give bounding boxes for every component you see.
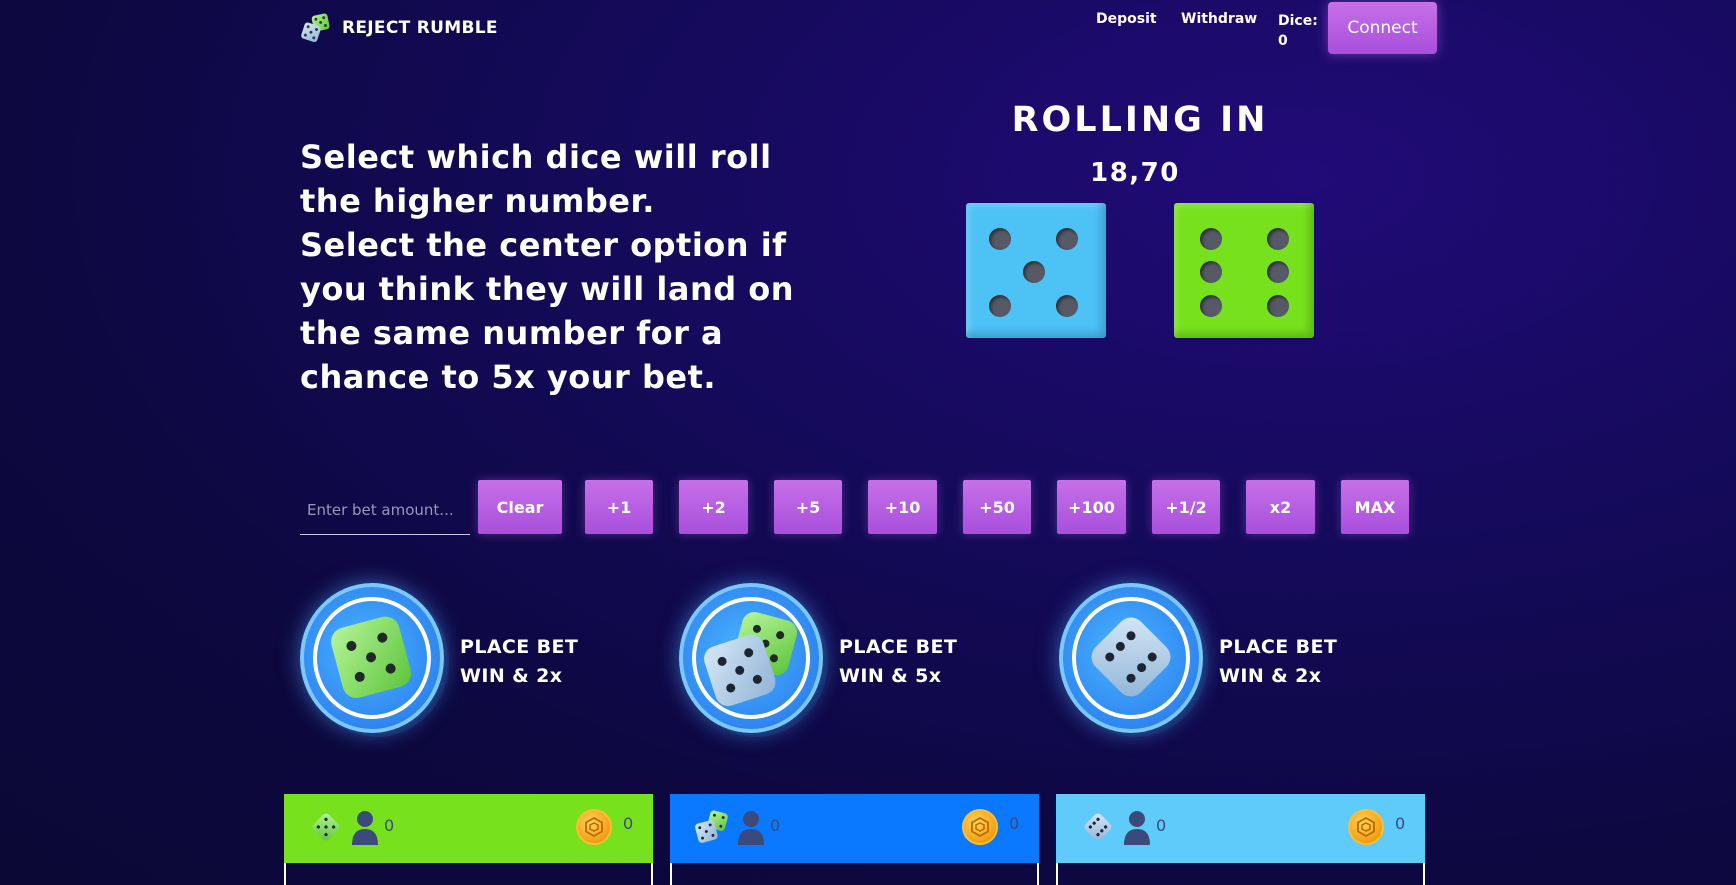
place-bet-label: PLACE BET bbox=[1219, 636, 1338, 658]
instructions: Select which dice will roll the higher n… bbox=[300, 135, 840, 399]
bets-panel-green: 0 0 bbox=[284, 794, 653, 885]
add-1-button[interactable]: +1 bbox=[585, 480, 653, 534]
add-2-button[interactable]: +2 bbox=[679, 480, 748, 534]
bet-option-circle[interactable] bbox=[679, 583, 823, 733]
die-pip bbox=[989, 228, 1011, 250]
deposit-link[interactable]: Deposit bbox=[1096, 11, 1157, 27]
instructions-line-1: Select which dice will roll the higher n… bbox=[300, 138, 772, 220]
rolling-title: ROLLING IN bbox=[1011, 100, 1269, 140]
place-bet-label: PLACE BET bbox=[839, 636, 958, 658]
add-50-button[interactable]: +50 bbox=[963, 480, 1031, 534]
bet-total: 0 bbox=[1009, 814, 1020, 833]
green-die bbox=[1174, 203, 1314, 338]
payout-label: WIN & 2x bbox=[460, 665, 563, 687]
brand-name: REJECT RUMBLE bbox=[342, 18, 498, 38]
add-10-button[interactable]: +10 bbox=[868, 480, 937, 534]
green-dice-icon bbox=[331, 616, 412, 698]
bet-option-text[interactable]: PLACE BET WIN & 2x bbox=[460, 633, 578, 691]
die-pip bbox=[989, 295, 1011, 317]
bets-panel-tie: 0 0 bbox=[670, 794, 1039, 885]
blue-dice-icon bbox=[1084, 813, 1112, 841]
bet-option-text[interactable]: PLACE BET WIN & 2x bbox=[1219, 633, 1337, 691]
bet-amount-input[interactable] bbox=[300, 485, 470, 535]
bet-option-circle[interactable] bbox=[300, 583, 444, 733]
clear-button[interactable]: Clear bbox=[478, 480, 562, 534]
blue-dice-icon bbox=[1091, 617, 1171, 697]
dice-balance: Dice: 0 bbox=[1278, 11, 1318, 51]
bet-option-text[interactable]: PLACE BET WIN & 5x bbox=[839, 633, 957, 691]
bets-panel-header: 0 0 bbox=[284, 794, 653, 863]
die-pip bbox=[1267, 261, 1289, 283]
bets-panel-blue: 0 0 bbox=[1056, 794, 1425, 885]
coin-icon bbox=[576, 809, 612, 845]
blue-green-dice-icon bbox=[695, 810, 728, 843]
user-icon bbox=[738, 811, 764, 845]
bets-panel-body bbox=[670, 863, 1039, 885]
rolling-timer: 18,70 bbox=[1090, 158, 1180, 188]
die-pip bbox=[1267, 228, 1289, 250]
die-pip bbox=[1267, 295, 1289, 317]
die-pip bbox=[1023, 261, 1045, 283]
coin-icon bbox=[962, 809, 998, 845]
bet-total: 0 bbox=[1395, 814, 1406, 833]
die-pip bbox=[1200, 228, 1222, 250]
die-pip bbox=[1200, 261, 1222, 283]
withdraw-link[interactable]: Withdraw bbox=[1181, 11, 1257, 27]
bets-panel-header: 0 0 bbox=[670, 794, 1039, 863]
bets-panel-header: 0 0 bbox=[1056, 794, 1425, 863]
player-count: 0 bbox=[384, 816, 395, 835]
coin-icon bbox=[1348, 809, 1384, 845]
dice-balance-label: Dice: bbox=[1278, 13, 1318, 29]
user-icon bbox=[352, 811, 378, 845]
die-pip bbox=[1056, 228, 1078, 250]
die-pip bbox=[1200, 295, 1222, 317]
blue-green-dice-icon bbox=[704, 611, 798, 707]
blue-die bbox=[966, 203, 1106, 338]
bets-panel-body bbox=[1056, 863, 1425, 885]
brand-logo[interactable]: REJECT RUMBLE bbox=[300, 12, 498, 44]
bet-option-green[interactable]: PLACE BET WIN & 2x bbox=[300, 583, 660, 733]
bets-panel-body bbox=[284, 863, 653, 885]
user-icon bbox=[1124, 811, 1150, 845]
payout-label: WIN & 2x bbox=[1219, 665, 1322, 687]
bet-option-blue[interactable]: PLACE BET WIN & 2x bbox=[1059, 583, 1419, 733]
add-half-button[interactable]: +1/2 bbox=[1152, 480, 1220, 534]
bet-option-circle[interactable] bbox=[1059, 583, 1203, 733]
connect-button[interactable]: Connect bbox=[1328, 2, 1437, 54]
payout-label: WIN & 5x bbox=[839, 665, 942, 687]
instructions-line-2: Select the center option if you think th… bbox=[300, 226, 795, 396]
add-5-button[interactable]: +5 bbox=[774, 480, 842, 534]
player-count: 0 bbox=[1156, 816, 1167, 835]
add-100-button[interactable]: +100 bbox=[1057, 480, 1126, 534]
dice-logo-icon bbox=[301, 13, 330, 43]
dice-balance-value: 0 bbox=[1278, 33, 1288, 49]
bet-option-tie[interactable]: PLACE BET WIN & 5x bbox=[679, 583, 1039, 733]
green-dice-icon bbox=[312, 813, 340, 841]
die-pip bbox=[1056, 295, 1078, 317]
player-count: 0 bbox=[770, 816, 781, 835]
place-bet-label: PLACE BET bbox=[460, 636, 579, 658]
double-button[interactable]: x2 bbox=[1246, 480, 1315, 534]
max-button[interactable]: MAX bbox=[1341, 480, 1409, 534]
bet-total: 0 bbox=[623, 814, 634, 833]
